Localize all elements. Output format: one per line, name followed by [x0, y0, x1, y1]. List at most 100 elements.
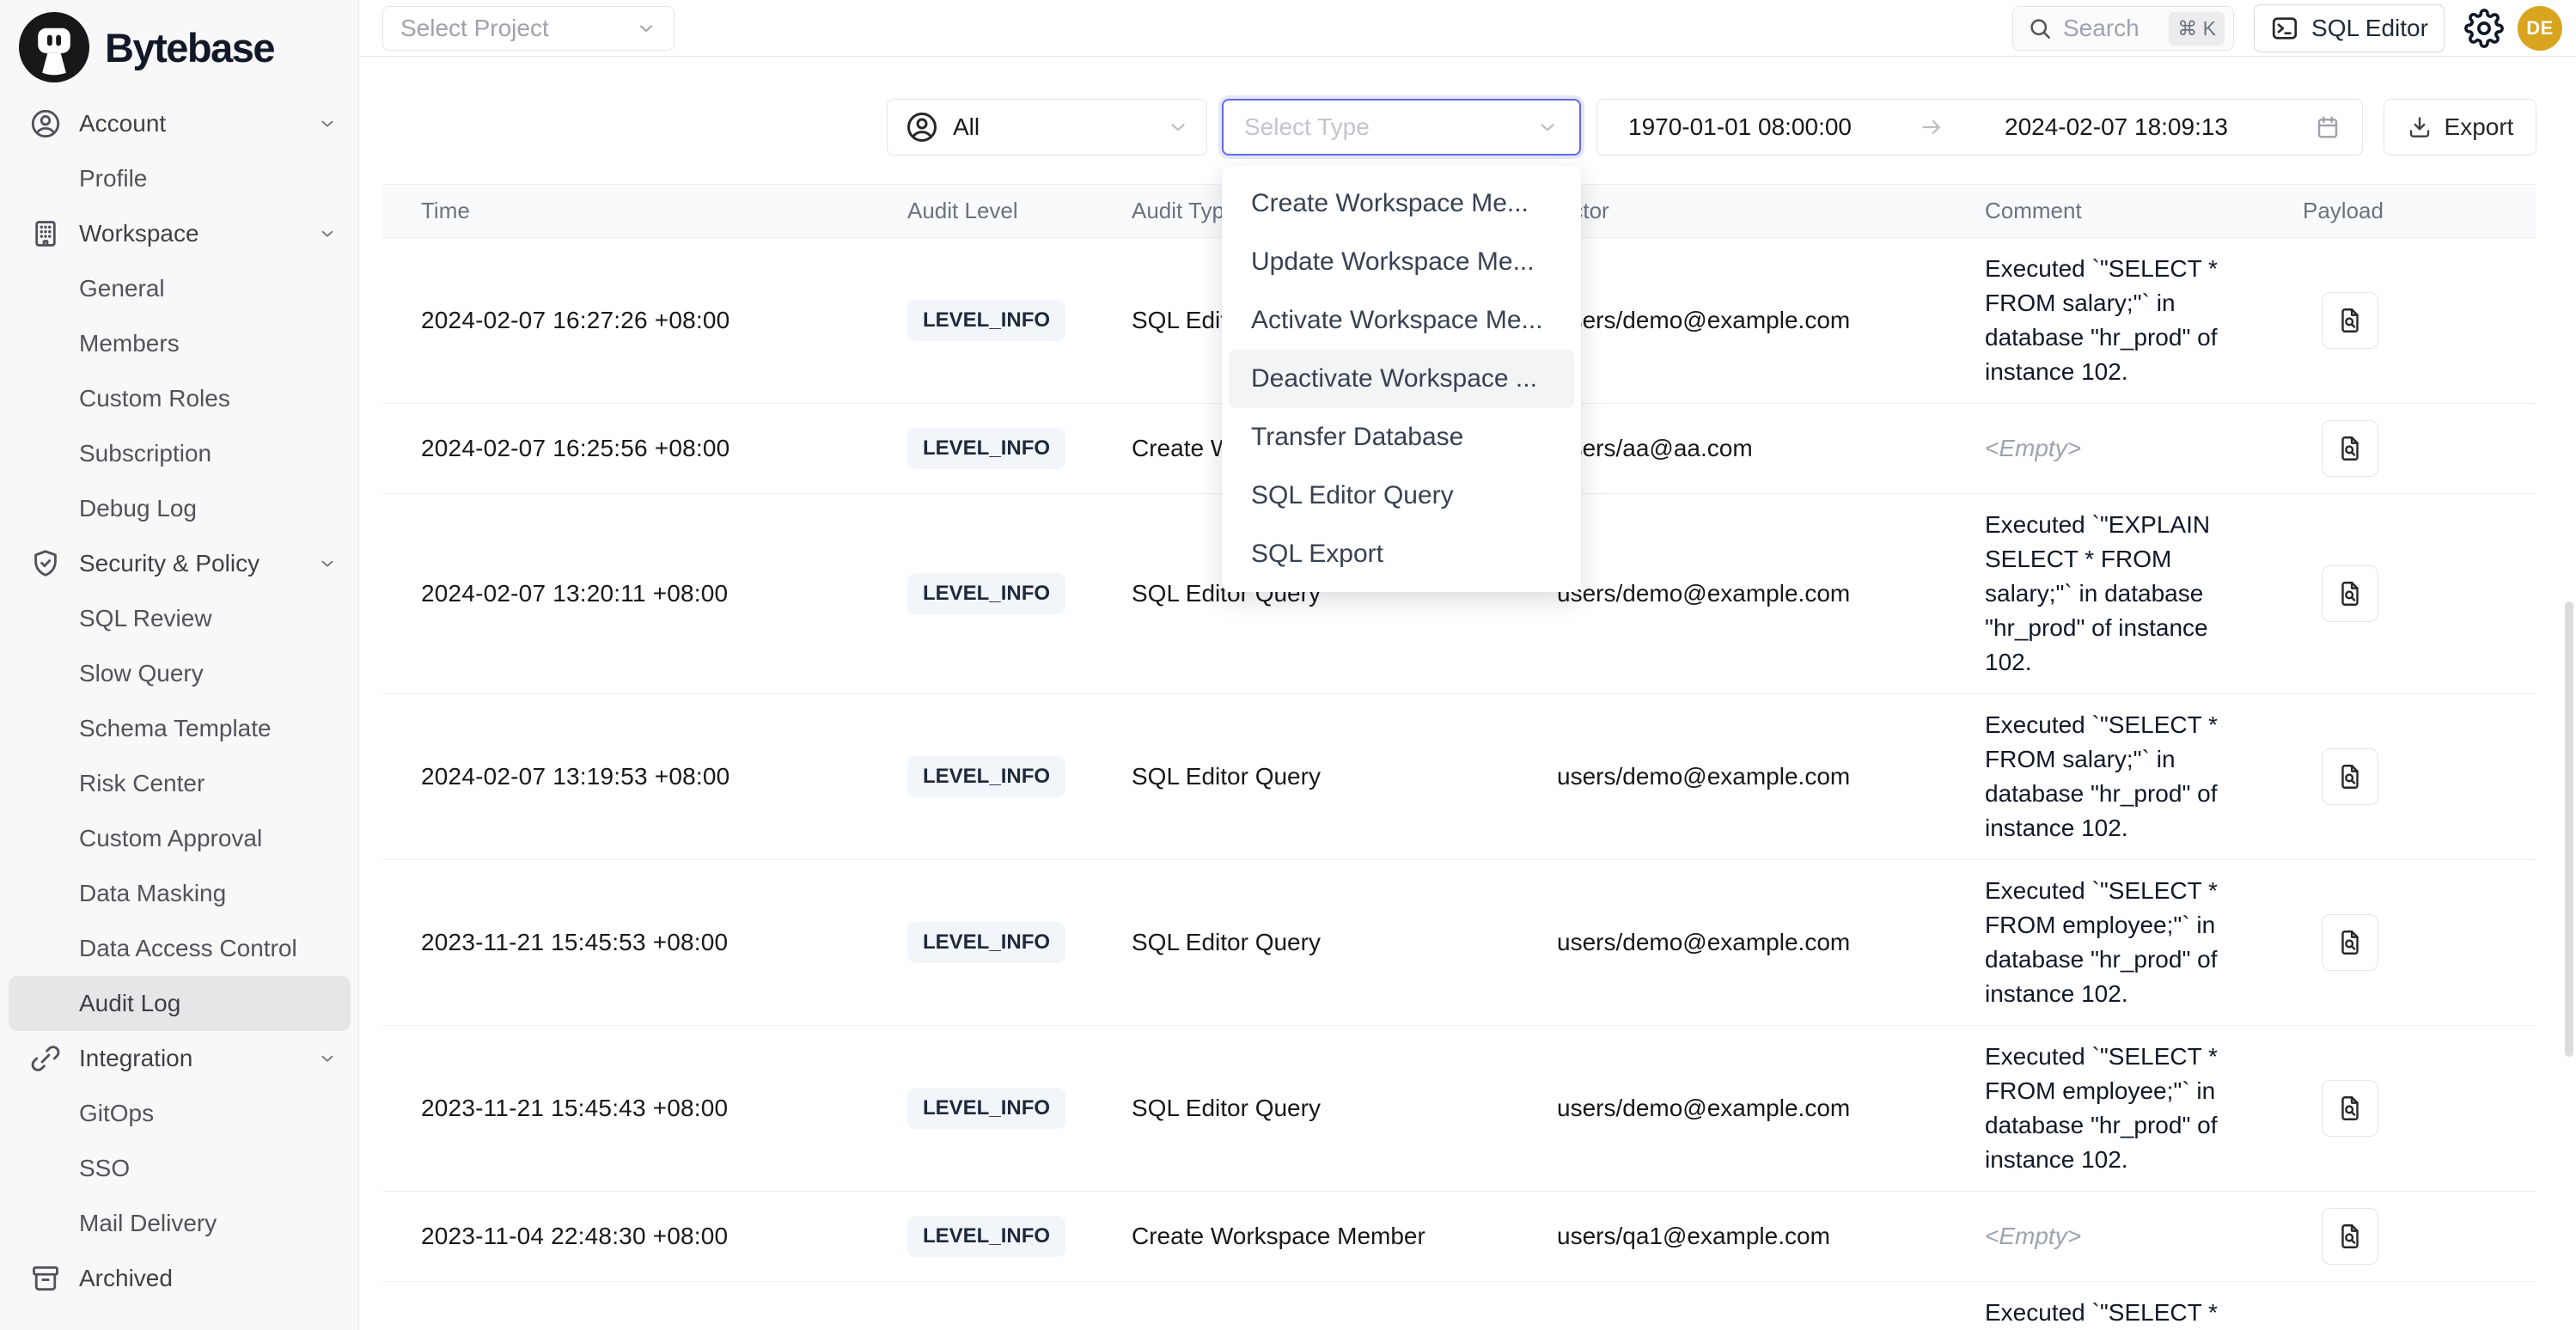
sidebar-item-archived[interactable]: Archived	[9, 1251, 351, 1306]
audit-level-badge: LEVEL_INFO	[907, 428, 1065, 469]
payload-view-button[interactable]	[2322, 1080, 2378, 1137]
audit-time: 2024-02-07 13:20:11 +08:00	[382, 580, 907, 607]
topbar: Select Project Search ⌘ K SQL Editor DE	[359, 0, 2576, 57]
building-icon	[29, 217, 62, 250]
sidebar-item-label: General	[79, 275, 165, 302]
audit-level-badge: LEVEL_INFO	[907, 573, 1065, 614]
sidebar-item-members[interactable]: Members	[9, 316, 351, 371]
audit-actor: users/aa@aa.com	[1557, 435, 1985, 462]
user-circle-icon	[905, 110, 939, 144]
app-window: Bytebase Account Profile Workspace Gener…	[0, 0, 2576, 1330]
column-header-time: Time	[382, 198, 907, 224]
sidebar-item-label: Custom Roles	[79, 385, 230, 412]
sidebar-item-label: Data Masking	[79, 880, 226, 907]
audit-time: 2024-02-07 16:25:56 +08:00	[382, 435, 907, 462]
dropdown-option-transfer-database[interactable]: Transfer Database	[1229, 408, 1574, 467]
sidebar-item-label: Custom Approval	[79, 825, 262, 852]
sidebar-item-sql-review[interactable]: SQL Review	[9, 591, 351, 646]
sidebar-item-label: Security & Policy	[79, 550, 259, 577]
payload-view-button[interactable]	[2322, 292, 2378, 349]
sidebar-item-label: Members	[79, 330, 180, 357]
audit-comment: <Empty>	[1985, 1219, 2260, 1254]
sidebar-item-slow-query[interactable]: Slow Query	[9, 646, 351, 701]
sidebar-item-mail-delivery[interactable]: Mail Delivery	[9, 1196, 351, 1251]
dropdown-option-sql-editor-query[interactable]: SQL Editor Query	[1229, 467, 1574, 525]
payload-view-button[interactable]	[2322, 914, 2378, 971]
scrollbar-thumb[interactable]	[2565, 601, 2573, 1057]
sidebar-item-schema-template[interactable]: Schema Template	[9, 701, 351, 756]
avatar-initials: DE	[2526, 17, 2554, 40]
sidebar-item-custom-roles[interactable]: Custom Roles	[9, 371, 351, 426]
audit-type: SQL Editor Query	[1132, 763, 1557, 790]
chevron-down-icon	[318, 1049, 337, 1068]
sidebar-item-data-masking[interactable]: Data Masking	[9, 866, 351, 921]
audit-level-badge: LEVEL_INFO	[907, 1216, 1065, 1257]
sidebar-item-data-access-control[interactable]: Data Access Control	[9, 921, 351, 976]
chevron-down-icon	[318, 224, 337, 243]
bytebase-logo[interactable]: Bytebase	[19, 12, 274, 82]
audit-comment: Executed `"SELECT * FROM employee;"` in …	[1985, 874, 2260, 1011]
sidebar-item-workspace[interactable]: Workspace	[9, 206, 351, 261]
audit-comment: Executed `"SELECT * FROM employee;"` in …	[1985, 1040, 2260, 1177]
type-filter-placeholder: Select Type	[1244, 113, 1536, 141]
payload-view-button[interactable]	[2322, 565, 2378, 622]
export-button[interactable]: Export	[2384, 99, 2536, 156]
sidebar-item-label: Slow Query	[79, 660, 204, 687]
sidebar-item-label: Subscription	[79, 440, 211, 467]
table-row: 2023-11-04 21:26:24 +08:00 LEVEL_INFO SQ…	[382, 1282, 2536, 1330]
sidebar-item-security-policy[interactable]: Security & Policy	[9, 536, 351, 591]
sidebar-item-risk-center[interactable]: Risk Center	[9, 756, 351, 811]
brand-name: Bytebase	[105, 24, 274, 71]
dropdown-option-create-workspace-member[interactable]: Create Workspace Me...	[1229, 174, 1574, 233]
calendar-icon	[2314, 113, 2341, 141]
download-icon	[2407, 114, 2433, 140]
dropdown-option-sql-export[interactable]: SQL Export	[1229, 525, 1574, 583]
dropdown-option-update-workspace-member[interactable]: Update Workspace Me...	[1229, 233, 1574, 291]
sidebar-item-sso[interactable]: SSO	[9, 1141, 351, 1196]
sidebar-item-gitops[interactable]: GitOps	[9, 1086, 351, 1141]
type-filter-select[interactable]: Select Type	[1222, 99, 1581, 156]
sidebar-item-label: Archived	[79, 1265, 173, 1292]
settings-button[interactable]	[2464, 9, 2504, 48]
sidebar-item-general[interactable]: General	[9, 261, 351, 316]
dropdown-option-activate-workspace-member[interactable]: Activate Workspace Me...	[1229, 291, 1574, 350]
payload-view-button[interactable]	[2322, 1208, 2378, 1265]
column-header-actor: Actor	[1557, 198, 1985, 224]
audit-level-badge: LEVEL_INFO	[907, 1088, 1065, 1129]
project-select-placeholder: Select Project	[400, 15, 549, 42]
audit-time: 2024-02-07 13:19:53 +08:00	[382, 763, 907, 790]
user-circle-icon	[29, 107, 62, 140]
payload-view-button[interactable]	[2322, 420, 2378, 477]
sidebar-item-integration[interactable]: Integration	[9, 1031, 351, 1086]
sql-editor-label: SQL Editor	[2311, 15, 2428, 42]
sidebar-item-custom-approval[interactable]: Custom Approval	[9, 811, 351, 866]
search-icon	[2027, 15, 2053, 41]
payload-view-button[interactable]	[2322, 748, 2378, 805]
sidebar-item-label: Risk Center	[79, 770, 204, 797]
file-search-icon	[2335, 434, 2365, 463]
dropdown-option-deactivate-workspace-member[interactable]: Deactivate Workspace ...	[1229, 350, 1574, 408]
sidebar-item-debug-log[interactable]: Debug Log	[9, 481, 351, 536]
audit-time: 2023-11-04 22:48:30 +08:00	[382, 1223, 907, 1250]
chevron-down-icon	[318, 114, 337, 133]
sql-editor-button[interactable]: SQL Editor	[2254, 4, 2445, 52]
column-header-audit-level: Audit Level	[907, 198, 1132, 224]
date-to-value: 2024-02-07 18:09:13	[2005, 113, 2228, 141]
actor-filter-select[interactable]: All	[887, 99, 1207, 156]
project-select[interactable]: Select Project	[382, 6, 675, 51]
sidebar-item-account[interactable]: Account	[9, 96, 351, 151]
date-range-picker[interactable]: 1970-01-01 08:00:00 2024-02-07 18:09:13	[1596, 99, 2363, 156]
chevron-down-icon	[1536, 116, 1559, 138]
audit-comment: Executed `"SELECT * FROM department;"` i…	[1985, 1296, 2260, 1330]
search-input[interactable]: Search ⌘ K	[2012, 6, 2234, 51]
sidebar-item-audit-log[interactable]: Audit Log	[9, 976, 351, 1031]
chevron-down-icon	[1167, 116, 1189, 138]
chevron-down-icon	[318, 554, 337, 573]
sidebar-item-label: GitOps	[79, 1100, 154, 1127]
audit-actor: users/demo@example.com	[1557, 763, 1985, 790]
column-header-comment: Comment	[1985, 198, 2303, 224]
sidebar-item-subscription[interactable]: Subscription	[9, 426, 351, 481]
audit-actor: users/demo@example.com	[1557, 580, 1985, 607]
avatar[interactable]: DE	[2518, 6, 2562, 51]
sidebar-item-profile[interactable]: Profile	[9, 151, 351, 206]
